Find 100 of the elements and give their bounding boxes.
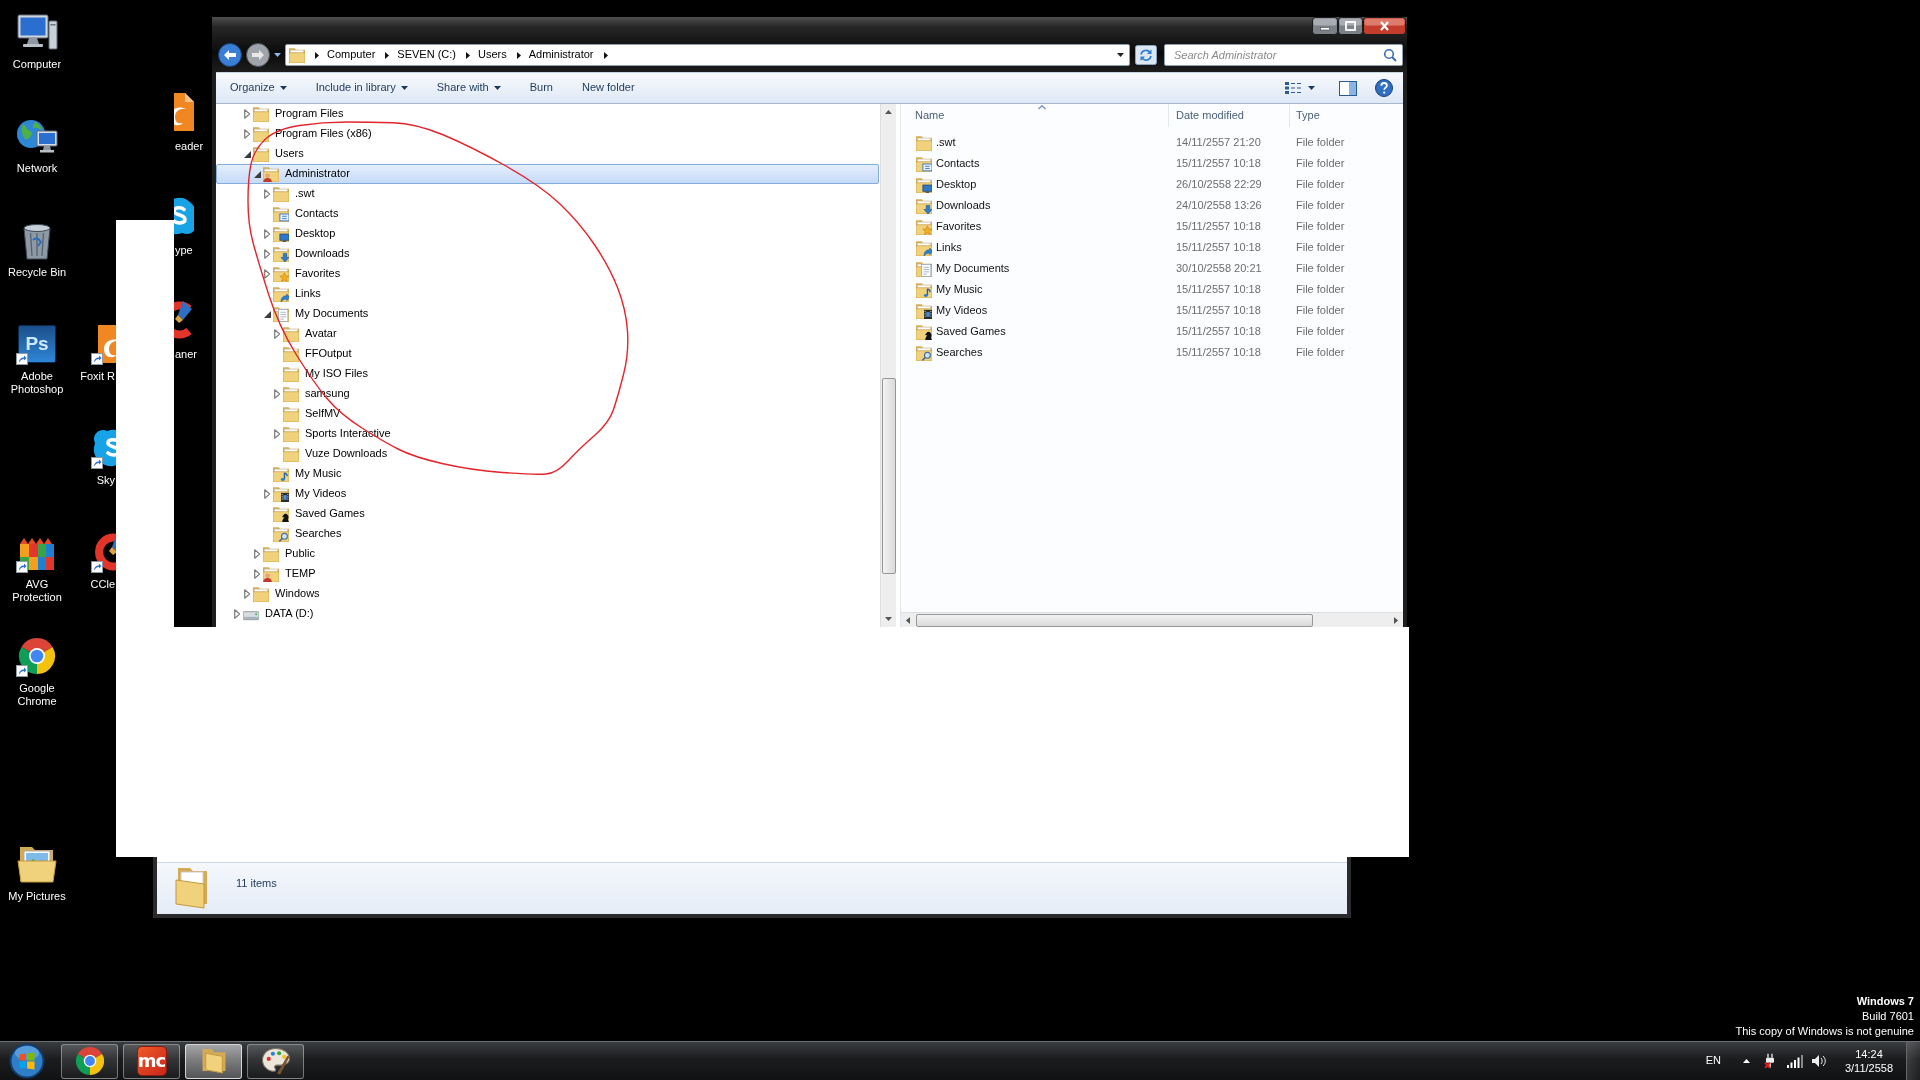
expand-arrow-icon[interactable] — [264, 269, 270, 279]
desktop-icon-label[interactable]: Network — [2, 162, 72, 175]
desktop-icon-label[interactable]: Computer — [2, 58, 72, 71]
expand-arrow-icon[interactable] — [254, 569, 260, 579]
caret-down-icon[interactable] — [274, 53, 281, 57]
desktop-icon-label[interactable]: Adobe Photoshop — [2, 370, 72, 396]
expand-arrow-icon[interactable] — [244, 589, 250, 599]
toolbar-button[interactable]: New folder — [573, 76, 643, 100]
chevron-right-icon[interactable] — [315, 51, 319, 59]
scroll-left-icon[interactable] — [906, 616, 910, 624]
file-name[interactable]: My Videos — [936, 303, 988, 318]
preview-pane-icon[interactable] — [1339, 80, 1357, 96]
tree-item[interactable]: Searches — [262, 524, 342, 544]
help-icon[interactable] — [1375, 79, 1393, 97]
file-name[interactable]: Contacts — [936, 156, 980, 171]
refresh-icon[interactable] — [1135, 45, 1157, 65]
caret-down-icon[interactable] — [493, 86, 501, 90]
desktop-icon-label[interactable]: Sky — [96, 474, 115, 487]
desktop-icon-label[interactable]: Recycle Bin — [2, 266, 72, 279]
expand-arrow-icon[interactable] — [264, 249, 270, 259]
taskbar-button[interactable] — [247, 1043, 304, 1079]
desktop-icon-label[interactable]: CCle — [90, 578, 115, 591]
taskbar-button[interactable] — [185, 1043, 242, 1079]
file-name[interactable]: My Documents — [936, 261, 1010, 276]
tree-item[interactable]: SelfMV — [272, 404, 341, 424]
start-orb-icon[interactable] — [9, 1043, 45, 1079]
scrollbar-thumb[interactable] — [881, 378, 896, 574]
chevron-right-icon[interactable] — [466, 51, 470, 59]
file-name[interactable]: .swt — [936, 135, 956, 150]
expand-arrow-icon[interactable] — [234, 609, 240, 619]
speaker-icon[interactable] — [1811, 1054, 1826, 1068]
expand-arrow-icon[interactable] — [244, 129, 250, 139]
caret-up-icon[interactable] — [1743, 1059, 1750, 1063]
collapse-arrow-icon[interactable] — [253, 170, 261, 178]
tree-item[interactable]: Program Files (x86) — [242, 124, 372, 144]
file-name[interactable]: My Music — [936, 282, 983, 297]
document-tile-icon[interactable] — [174, 90, 194, 134]
scrollbar-thumb[interactable] — [916, 613, 1313, 627]
tree-item[interactable]: Links — [262, 284, 321, 304]
caret-down-icon[interactable] — [1308, 86, 1315, 90]
collapse-arrow-icon[interactable] — [263, 310, 271, 318]
column-header[interactable]: Type — [1290, 104, 1403, 127]
tree-item[interactable]: Program Files — [242, 104, 344, 124]
tree-item[interactable]: My Documents — [262, 304, 369, 324]
taskbar-button[interactable]: mc — [123, 1043, 180, 1079]
tree-item[interactable]: FFOutput — [272, 344, 352, 364]
file-name[interactable]: Saved Games — [936, 324, 1006, 339]
caret-down-icon[interactable] — [279, 86, 287, 90]
collapse-arrow-icon[interactable] — [243, 150, 251, 158]
desktop-icon-label[interactable]: AVG Protection — [2, 578, 72, 604]
expand-arrow-icon[interactable] — [264, 189, 270, 199]
minimize-icon[interactable] — [1312, 17, 1338, 35]
file-name[interactable]: Links — [936, 240, 962, 255]
tree-item[interactable]: Administrator — [216, 164, 879, 184]
expand-arrow-icon[interactable] — [244, 109, 250, 119]
tree-item[interactable]: My Music — [262, 464, 342, 484]
chevron-right-icon[interactable] — [385, 51, 390, 59]
show-desktop-button[interactable] — [1906, 1041, 1920, 1080]
search-icon[interactable] — [1383, 48, 1397, 62]
close-icon[interactable] — [1363, 17, 1406, 35]
column-header[interactable]: Date modified — [1169, 104, 1290, 127]
view-options-icon[interactable] — [1285, 82, 1301, 94]
tree-item[interactable]: Public — [252, 544, 315, 564]
desktop-icon-label[interactable]: Foxit R — [80, 370, 115, 383]
app-logo-tile[interactable]: Ps — [18, 325, 56, 363]
column-header[interactable]: Name — [901, 104, 1169, 127]
plug-icon[interactable] — [1764, 1053, 1775, 1069]
tree-item[interactable]: Contacts — [262, 204, 339, 224]
clock-date[interactable]: 3/11/2558 — [1844, 1061, 1894, 1075]
search-field[interactable]: Search Administrator — [1164, 44, 1403, 66]
expand-arrow-icon[interactable] — [274, 329, 280, 339]
tree-item[interactable]: .swt — [262, 184, 315, 204]
toolbar-button[interactable]: Organize — [222, 76, 295, 100]
tree-item[interactable]: TEMP — [252, 564, 316, 584]
tree-item[interactable]: Avatar — [272, 324, 337, 344]
address-bar[interactable]: Computer SEVEN (C:) Users Administrator — [285, 44, 1130, 66]
caret-down-icon[interactable] — [1117, 53, 1124, 57]
desktop-icon-label[interactable]: My Pictures — [2, 890, 72, 903]
expand-arrow-icon[interactable] — [264, 229, 270, 239]
expand-arrow-icon[interactable] — [264, 489, 270, 499]
tree-item[interactable]: Downloads — [262, 244, 350, 264]
tree-item[interactable]: DATA (D:) — [232, 604, 314, 624]
desktop-icon-label[interactable]: ype — [175, 244, 193, 257]
file-name[interactable]: Desktop — [936, 177, 977, 192]
chevron-right-icon[interactable] — [516, 51, 521, 59]
taskbar-button[interactable] — [61, 1043, 118, 1079]
expand-arrow-icon[interactable] — [254, 549, 260, 559]
scroll-down-icon[interactable] — [885, 617, 892, 621]
expand-arrow-icon[interactable] — [274, 429, 280, 439]
language-indicator[interactable]: EN — [1705, 1054, 1721, 1068]
maximize-icon[interactable] — [1338, 17, 1363, 35]
expand-arrow-icon[interactable] — [274, 389, 280, 399]
vertical-scrollbar[interactable] — [880, 104, 896, 627]
horizontal-scrollbar[interactable] — [901, 612, 1403, 627]
toolbar-button[interactable]: Burn — [521, 76, 561, 100]
file-name[interactable]: Searches — [936, 345, 983, 360]
file-name[interactable]: Favorites — [936, 219, 982, 234]
signal-bars-icon[interactable] — [1787, 1054, 1803, 1068]
desktop-icon-label[interactable]: Google Chrome — [2, 682, 72, 708]
tree-item[interactable]: Windows — [242, 584, 320, 604]
